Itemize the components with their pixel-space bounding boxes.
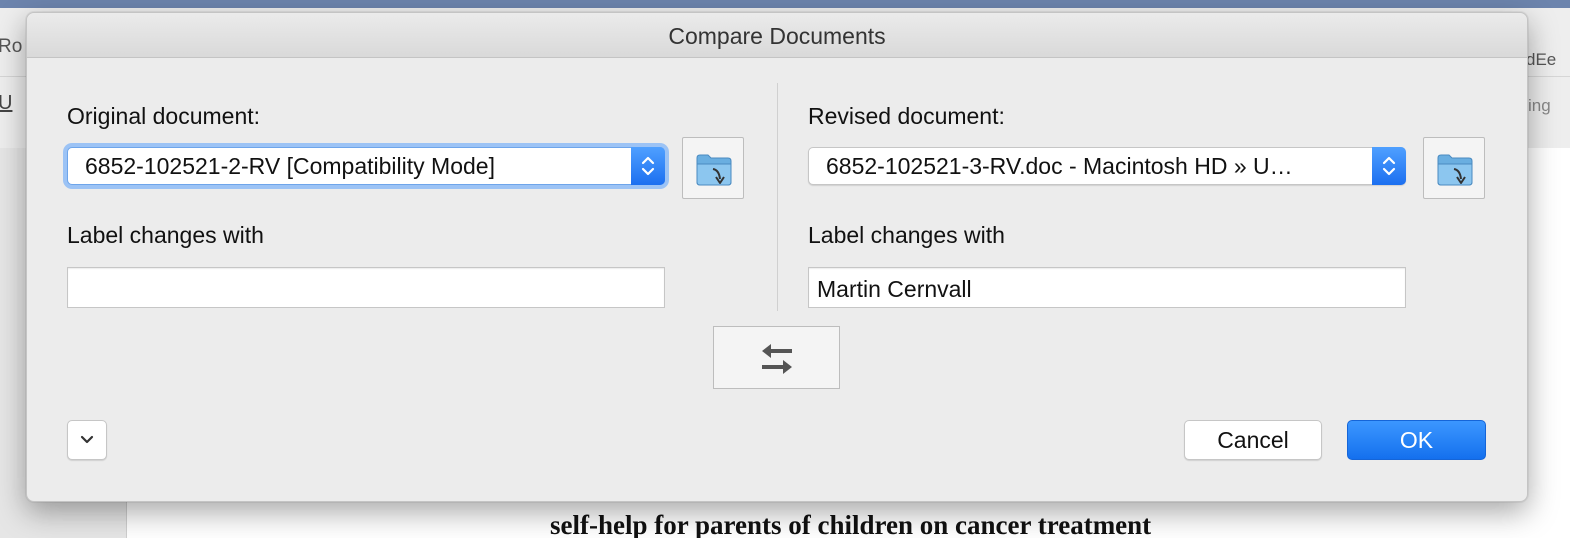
revised-document-label: Revised document: <box>808 103 1005 129</box>
compare-documents-dialog: Compare Documents Original document: 685… <box>26 12 1528 502</box>
original-document-label: Original document: <box>67 103 261 129</box>
cancel-button[interactable]: Cancel <box>1184 420 1322 460</box>
original-label-changes-field[interactable] <box>67 267 665 308</box>
updown-arrows-icon <box>1372 147 1406 185</box>
ribbon-font-name-fragment: Ro <box>0 36 23 57</box>
dialog-titlebar: Compare Documents <box>27 13 1527 58</box>
revised-document-value: 6852-102521-3-RV.doc - Macintosh HD » U… <box>826 153 1293 179</box>
ok-button[interactable]: OK <box>1347 420 1486 460</box>
more-options-button[interactable] <box>67 420 107 460</box>
original-browse-button[interactable] <box>682 137 744 199</box>
updown-arrows-icon <box>631 147 665 185</box>
revised-document-popup[interactable]: 6852-102521-3-RV.doc - Macintosh HD » U… <box>808 147 1406 185</box>
ribbon-style-fragment: ing <box>1528 96 1551 115</box>
revised-label-changes-label: Label changes with <box>808 222 1005 248</box>
word-window-titlebar <box>0 0 1570 8</box>
underline-button-fragment: U <box>0 92 13 114</box>
revised-browse-button[interactable] <box>1423 137 1485 199</box>
swap-documents-button[interactable] <box>713 326 840 389</box>
original-document-value: 6852-102521-2-RV [Compatibility Mode] <box>85 153 495 179</box>
revised-label-changes-field[interactable]: Martin Cernvall <box>808 267 1406 308</box>
dialog-title: Compare Documents <box>668 23 886 49</box>
original-label-changes-label: Label changes with <box>67 222 264 248</box>
original-document-popup[interactable]: 6852-102521-2-RV [Compatibility Mode] <box>67 147 665 185</box>
revised-label-changes-value: Martin Cernvall <box>817 276 972 302</box>
document-heading: self-help for parents of children on can… <box>550 510 1152 538</box>
ribbon-style-fragment: dEe <box>1526 50 1557 69</box>
column-divider <box>777 83 778 311</box>
